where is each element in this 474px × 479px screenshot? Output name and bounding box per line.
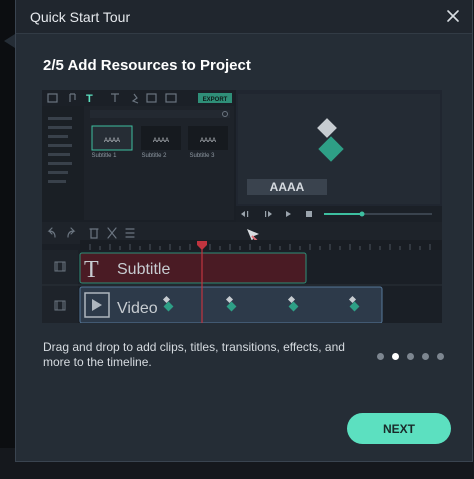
- tour-preview-image: T EXPORT AAAA Subtitle 1 AAAA Subtitle 2: [42, 90, 442, 323]
- export-button-label: EXPORT: [203, 97, 228, 103]
- step-title: 2/5 Add Resources to Project: [43, 57, 251, 74]
- dialog-titlebar: Quick Start Tour: [16, 0, 472, 34]
- editor-illustration: T EXPORT AAAA Subtitle 1 AAAA Subtitle 2: [42, 90, 442, 323]
- background-panel: [0, 0, 16, 479]
- media-tile-label: Subtitle 3: [189, 153, 215, 159]
- media-tile-label: Subtitle 1: [91, 153, 117, 159]
- title-tab-glyph: T: [86, 93, 93, 105]
- next-button[interactable]: NEXT: [347, 413, 451, 444]
- player-caption: AAAA: [270, 180, 305, 194]
- subtitle-clip-label: Subtitle: [117, 261, 170, 278]
- step-dot[interactable]: [422, 353, 429, 361]
- step-dot[interactable]: [437, 353, 444, 361]
- close-button[interactable]: [444, 7, 462, 25]
- close-icon: [447, 10, 459, 22]
- quick-start-dialog: Quick Start Tour 2/5 Add Resources to Pr…: [15, 0, 473, 462]
- step-dot[interactable]: [407, 353, 414, 361]
- media-tile-text: AAAA: [200, 138, 216, 144]
- step-dot-active[interactable]: [392, 353, 399, 361]
- step-indicator: [377, 348, 452, 361]
- media-tile-text: AAAA: [153, 138, 169, 144]
- svg-text:T: T: [84, 257, 99, 283]
- video-clip[interactable]: Video: [79, 286, 383, 323]
- step-description: Drag and drop to add clips, titles, tran…: [43, 340, 345, 369]
- subtitle-clip[interactable]: T Subtitle: [79, 252, 307, 284]
- media-tile-text: AAAA: [104, 138, 120, 144]
- dialog-title: Quick Start Tour: [30, 9, 131, 25]
- video-clip-label: Video: [117, 300, 158, 317]
- media-tile-label: Subtitle 2: [141, 153, 167, 159]
- dialog-pointer: [4, 34, 15, 48]
- step-dot[interactable]: [377, 353, 384, 361]
